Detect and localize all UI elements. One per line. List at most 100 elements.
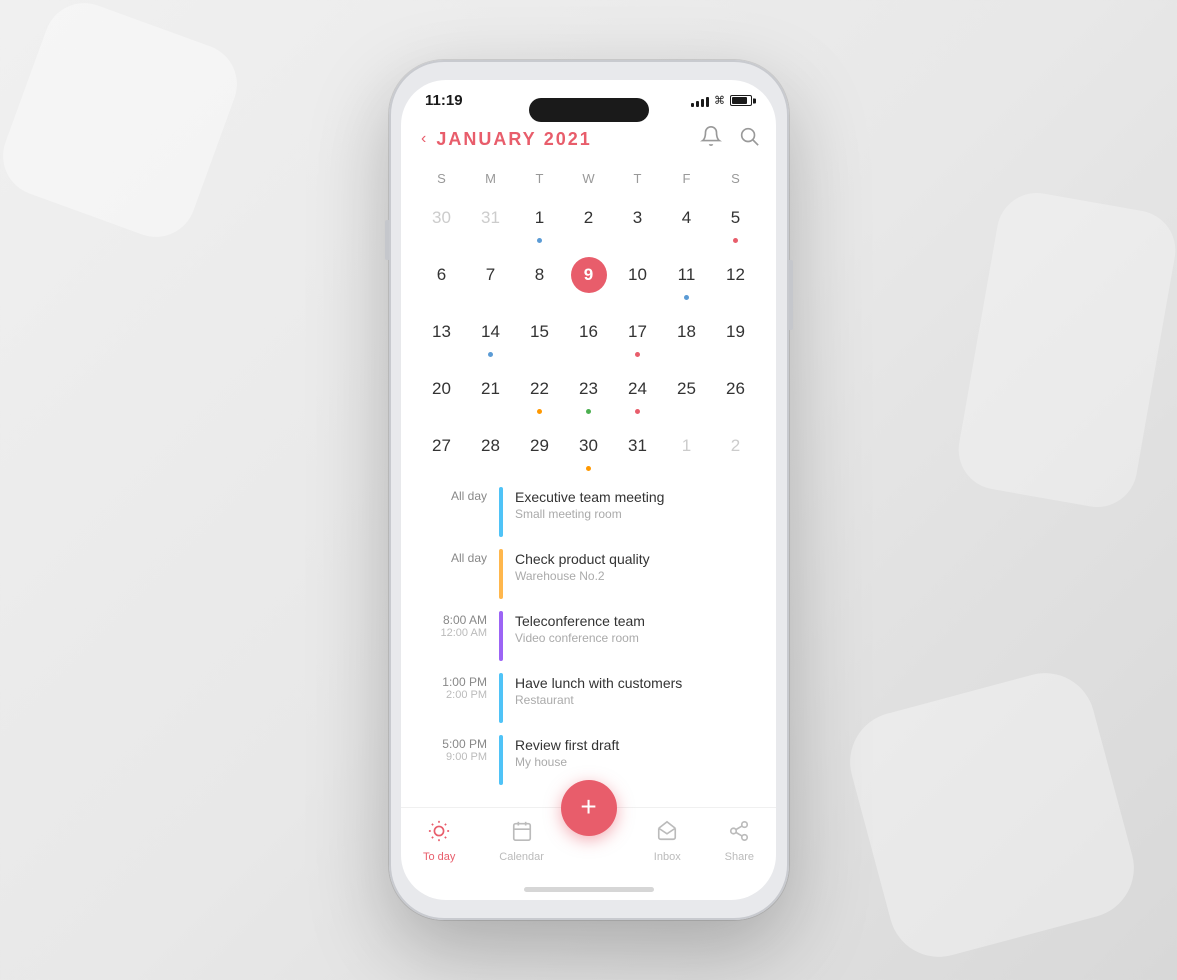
day-cell-jan30[interactable]: 30 — [564, 422, 613, 479]
fab-plus-icon: + — [580, 793, 596, 821]
day-cell-jan12[interactable]: 12 — [711, 251, 760, 308]
today-icon — [428, 820, 450, 848]
event-time-main: 8:00 AM — [417, 613, 487, 627]
day-cell-jan29[interactable]: 29 — [515, 422, 564, 479]
calendar-weeks: 30 31 1 2 3 — [417, 194, 760, 479]
event-dot — [586, 409, 591, 414]
event-time-end: 9:00 PM — [417, 751, 487, 763]
day-cell-jan11[interactable]: 11 — [662, 251, 711, 308]
calendar-header: ‹ JANUARY 2021 — [417, 115, 760, 167]
header-icons — [700, 125, 760, 153]
day-cell-jan2[interactable]: 2 — [564, 194, 613, 251]
event-bar — [499, 487, 503, 537]
day-cell-jan23[interactable]: 23 — [564, 365, 613, 422]
day-headers: S M T W T F S — [417, 167, 760, 190]
event-time-main: 1:00 PM — [417, 675, 487, 689]
day-header-thu: T — [613, 167, 662, 190]
day-cell-jan13[interactable]: 13 — [417, 308, 466, 365]
event-title: Have lunch with customers — [515, 675, 760, 691]
event-title: Executive team meeting — [515, 489, 760, 505]
event-dot — [684, 295, 689, 300]
day-cell-jan9-today[interactable]: 9 — [564, 251, 613, 308]
calendar-label: Calendar — [499, 851, 544, 863]
day-cell-jan10[interactable]: 10 — [613, 251, 662, 308]
signal-icon — [691, 95, 709, 107]
app-content: ‹ JANUARY 2021 — [401, 115, 776, 807]
day-cell-jan3[interactable]: 3 — [613, 194, 662, 251]
day-cell-jan31[interactable]: 31 — [613, 422, 662, 479]
inbox-label: Inbox — [654, 851, 681, 863]
day-cell-jan6[interactable]: 6 — [417, 251, 466, 308]
event-time-main: All day — [417, 489, 487, 503]
bottom-nav: To day Calendar + — [401, 807, 776, 883]
add-event-fab[interactable]: + — [561, 780, 617, 836]
event-dot — [537, 409, 542, 414]
month-year-title: JANUARY 2021 — [436, 129, 591, 150]
event-bar — [499, 549, 503, 599]
day-cell-jan15[interactable]: 15 — [515, 308, 564, 365]
day-cell-jan19[interactable]: 19 — [711, 308, 760, 365]
event-location: My house — [515, 755, 760, 769]
week-row: 6 7 8 9 10 — [417, 251, 760, 308]
event-row-3[interactable]: 8:00 AM 12:00 AM Teleconference team Vid… — [417, 611, 760, 661]
event-details: Executive team meeting Small meeting roo… — [515, 487, 760, 521]
day-cell-jan20[interactable]: 20 — [417, 365, 466, 422]
bell-icon[interactable] — [700, 125, 722, 153]
event-location: Small meeting room — [515, 507, 760, 521]
nav-calendar[interactable]: Calendar — [483, 816, 560, 867]
day-cell[interactable]: 31 — [466, 194, 515, 251]
phone-frame: 11:19 ⌘ ‹ — [389, 60, 789, 920]
event-row-2[interactable]: All day Check product quality Warehouse … — [417, 549, 760, 599]
day-header-sat: S — [711, 167, 760, 190]
day-cell[interactable]: 2 — [711, 422, 760, 479]
day-cell[interactable]: 1 — [662, 422, 711, 479]
calendar-nav-icon — [511, 820, 533, 848]
day-cell-jan22[interactable]: 22 — [515, 365, 564, 422]
day-cell-jan28[interactable]: 28 — [466, 422, 515, 479]
day-cell-jan24[interactable]: 24 — [613, 365, 662, 422]
prev-month-button[interactable]: ‹ — [417, 128, 430, 150]
event-bar — [499, 611, 503, 661]
event-dot — [635, 352, 640, 357]
day-header-tue: T — [515, 167, 564, 190]
status-time: 11:19 — [425, 92, 463, 109]
day-cell-jan27[interactable]: 27 — [417, 422, 466, 479]
event-dot — [733, 238, 738, 243]
event-title: Teleconference team — [515, 613, 760, 629]
nav-share[interactable]: Share — [709, 816, 770, 867]
day-cell-jan5[interactable]: 5 — [711, 194, 760, 251]
day-cell-jan18[interactable]: 18 — [662, 308, 711, 365]
day-cell-jan1[interactable]: 1 — [515, 194, 564, 251]
nav-inbox[interactable]: Inbox — [638, 816, 697, 867]
nav-today[interactable]: To day — [407, 816, 471, 867]
event-time: 5:00 PM 9:00 PM — [417, 735, 487, 763]
event-row-1[interactable]: All day Executive team meeting Small mee… — [417, 487, 760, 537]
day-cell[interactable]: 30 — [417, 194, 466, 251]
day-cell-jan16[interactable]: 16 — [564, 308, 613, 365]
day-cell-jan8[interactable]: 8 — [515, 251, 564, 308]
event-row-4[interactable]: 1:00 PM 2:00 PM Have lunch with customer… — [417, 673, 760, 723]
event-time-end: 12:00 AM — [417, 627, 487, 639]
day-cell-jan14[interactable]: 14 — [466, 308, 515, 365]
event-title: Check product quality — [515, 551, 760, 567]
event-time: All day — [417, 549, 487, 565]
week-row: 20 21 22 23 — [417, 365, 760, 422]
event-location: Video conference room — [515, 631, 760, 645]
event-location: Warehouse No.2 — [515, 569, 760, 583]
day-cell-jan21[interactable]: 21 — [466, 365, 515, 422]
month-nav: ‹ JANUARY 2021 — [417, 128, 592, 150]
status-bar: 11:19 ⌘ — [401, 80, 776, 115]
wifi-icon: ⌘ — [714, 94, 725, 107]
event-bar — [499, 673, 503, 723]
day-cell-jan7[interactable]: 7 — [466, 251, 515, 308]
inbox-icon — [656, 820, 678, 848]
day-cell-jan26[interactable]: 26 — [711, 365, 760, 422]
phone-screen: 11:19 ⌘ ‹ — [401, 80, 776, 900]
search-icon[interactable] — [738, 125, 760, 153]
event-dot — [586, 466, 591, 471]
day-cell-jan17[interactable]: 17 — [613, 308, 662, 365]
status-icons: ⌘ — [691, 94, 752, 107]
day-cell-jan25[interactable]: 25 — [662, 365, 711, 422]
day-cell-jan4[interactable]: 4 — [662, 194, 711, 251]
event-row-5[interactable]: 5:00 PM 9:00 PM Review first draft My ho… — [417, 735, 760, 785]
